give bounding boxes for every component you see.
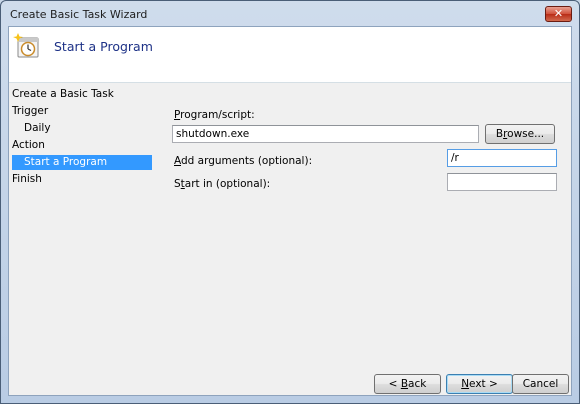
back-label-pre: < bbox=[388, 378, 401, 390]
task-clock-icon bbox=[13, 33, 39, 58]
add-arguments-label-text: dd arguments (optional): bbox=[181, 155, 313, 167]
browse-button[interactable]: Browse... bbox=[485, 124, 555, 144]
nav-step-trigger[interactable]: Trigger bbox=[12, 104, 152, 119]
title-bar[interactable]: Create Basic Task Wizard ✕ bbox=[1, 1, 579, 27]
start-in-label-pre: S bbox=[174, 178, 181, 190]
wizard-header: Start a Program bbox=[9, 27, 571, 83]
close-icon: ✕ bbox=[553, 7, 564, 20]
nav-step-start-a-program[interactable]: Start a Program bbox=[12, 155, 152, 170]
start-in-input[interactable] bbox=[447, 173, 557, 191]
cancel-button[interactable]: Cancel bbox=[512, 374, 569, 394]
add-arguments-input[interactable] bbox=[447, 149, 557, 167]
start-in-label: Start in (optional): bbox=[174, 178, 270, 190]
window-title: Create Basic Task Wizard bbox=[10, 8, 148, 21]
nav-step-action[interactable]: Action bbox=[12, 138, 152, 153]
page-title: Start a Program bbox=[54, 39, 153, 54]
add-arguments-label: Add arguments (optional): bbox=[174, 155, 312, 167]
program-script-label-text: rogram/script: bbox=[180, 109, 255, 121]
nav-step-daily[interactable]: Daily bbox=[12, 121, 152, 136]
close-button[interactable]: ✕ bbox=[545, 6, 572, 22]
wizard-window: Create Basic Task Wizard ✕ Start a Progr… bbox=[0, 0, 580, 404]
back-label-text: ack bbox=[408, 378, 427, 390]
add-arguments-label-key: A bbox=[174, 155, 181, 167]
browse-label-pre: B bbox=[495, 128, 504, 140]
wizard-steps-nav: Create a Basic Task Trigger Daily Action… bbox=[9, 84, 155, 384]
back-button[interactable]: < Back bbox=[374, 374, 441, 394]
next-label-key: N bbox=[461, 378, 470, 390]
program-script-input[interactable] bbox=[172, 125, 479, 143]
program-script-label: Program/script: bbox=[174, 109, 255, 121]
back-label-key: B bbox=[400, 378, 409, 390]
nav-step-finish[interactable]: Finish bbox=[12, 172, 152, 187]
wizard-client-area: Start a Program Create a Basic Task Trig… bbox=[8, 26, 572, 396]
start-in-label-text: art in (optional): bbox=[184, 178, 271, 190]
nav-step-create-basic-task[interactable]: Create a Basic Task bbox=[12, 87, 152, 102]
browse-label-post: owse... bbox=[507, 128, 545, 140]
next-label-text: ext > bbox=[469, 378, 498, 390]
next-button[interactable]: Next > bbox=[446, 374, 513, 394]
